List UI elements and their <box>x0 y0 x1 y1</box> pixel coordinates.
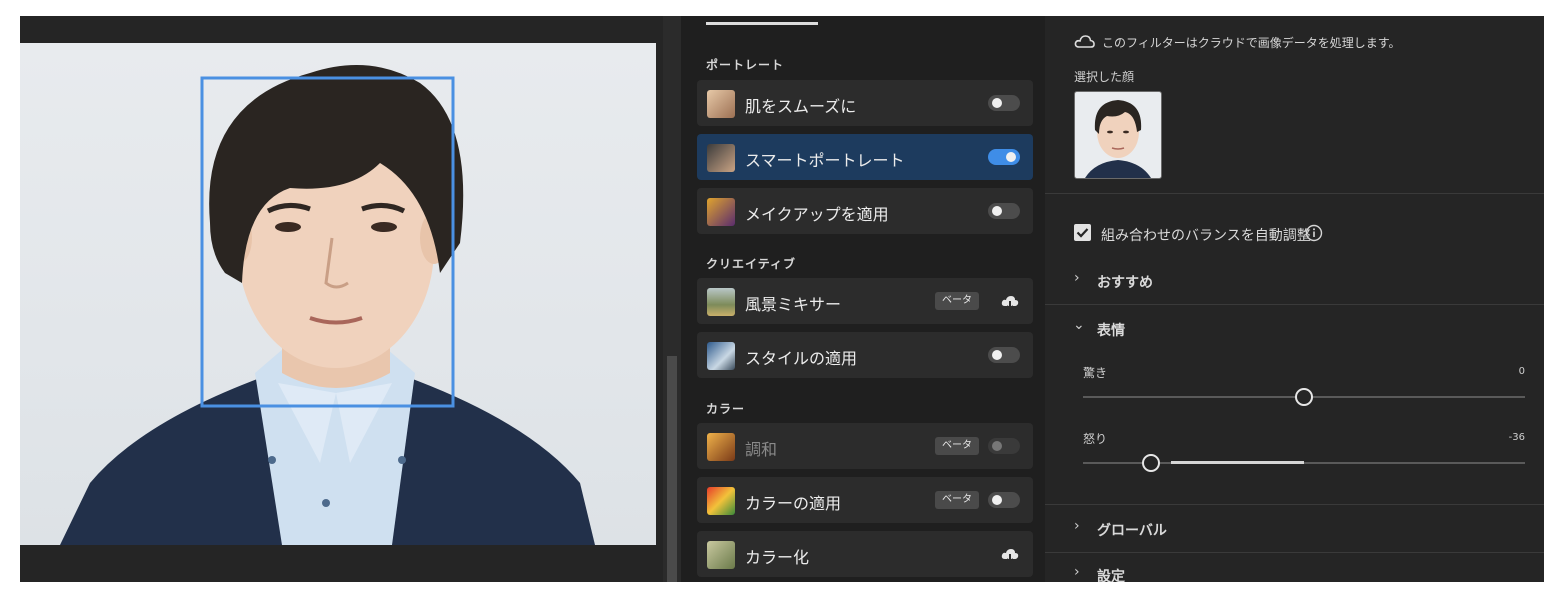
filter-settings-panel: このフィルターはクラウドで画像データを処理します。 選択した顔 組み合わせのバラ… <box>1045 16 1544 582</box>
filter-label: スタイルの適用 <box>745 349 858 368</box>
portrait-thumbnail-icon <box>707 144 735 172</box>
filter-row-makeup[interactable]: メイクアップを適用 <box>697 188 1033 234</box>
filter-label: スマートポートレート <box>745 151 905 170</box>
makeup-thumbnail-icon <box>707 198 735 226</box>
filter-list: ポートレート 肌をスムーズに スマートポートレート メイクアップを適用 クリエイ… <box>681 16 1045 582</box>
beta-badge: ベータ <box>935 491 979 509</box>
filter-row-smooth-skin[interactable]: 肌をスムーズに <box>697 80 1033 126</box>
cloud-icon <box>1074 35 1095 48</box>
filter-label: 調和 <box>745 440 778 459</box>
selected-face-label: 選択した顔 <box>1074 70 1135 84</box>
section-expression[interactable]: ⌄ 表情 <box>1045 314 1544 352</box>
beta-badge: ベータ <box>935 437 979 455</box>
divider <box>1045 193 1544 194</box>
toggle-switch[interactable] <box>988 492 1020 508</box>
cloud-download-icon[interactable] <box>1000 292 1020 312</box>
image-canvas <box>20 16 663 582</box>
checkmark-icon <box>1076 228 1089 238</box>
chevron-right-icon: › <box>1074 270 1080 286</box>
filter-row-landscape-mixer[interactable]: 風景ミキサー ベータ <box>697 278 1033 324</box>
harmonize-thumbnail-icon <box>707 433 735 461</box>
divider <box>1045 304 1544 305</box>
section-portrait: ポートレート <box>706 58 785 72</box>
cloud-processing-note: このフィルターはクラウドで画像データを処理します。 <box>1102 36 1401 50</box>
section-label: 表情 <box>1097 323 1125 339</box>
selected-face-thumbnail[interactable] <box>1074 91 1162 179</box>
color-transfer-thumbnail-icon <box>707 487 735 515</box>
section-recommended[interactable]: › おすすめ <box>1045 266 1544 304</box>
slider-fill-anger <box>1171 461 1304 464</box>
filter-row-color-transfer[interactable]: カラーの適用 ベータ <box>697 477 1033 523</box>
filter-label: カラー化 <box>745 548 810 567</box>
toggle-switch[interactable] <box>988 95 1020 111</box>
slider-value-anger: -36 <box>1508 432 1525 443</box>
auto-balance-label: 組み合わせのバランスを自動調整 <box>1101 228 1311 244</box>
section-global[interactable]: › グローバル <box>1045 514 1544 550</box>
slider-handle-anger[interactable] <box>1142 454 1160 472</box>
filter-row-smart-portrait[interactable]: スマートポートレート <box>697 134 1033 180</box>
toggle-switch[interactable] <box>988 149 1020 165</box>
chevron-right-icon: › <box>1074 564 1080 580</box>
face-thumbnail-icon <box>707 90 735 118</box>
slider-label-anger: 怒り <box>1083 432 1108 446</box>
chevron-down-icon: ⌄ <box>1073 317 1085 333</box>
face-thumbnail-image <box>1085 100 1151 178</box>
beta-badge: ベータ <box>935 292 979 310</box>
filter-label: 風景ミキサー <box>745 295 842 314</box>
neural-filters-window: ポートレート 肌をスムーズに スマートポートレート メイクアップを適用 クリエイ… <box>20 16 1544 582</box>
filter-label: カラーの適用 <box>745 494 842 513</box>
style-thumbnail-icon <box>707 342 735 370</box>
portrait-photo <box>20 43 656 545</box>
info-icon[interactable] <box>1305 224 1323 242</box>
toggle-switch[interactable] <box>988 438 1020 454</box>
active-tab-indicator <box>706 22 818 25</box>
slider-label-surprise: 驚き <box>1083 366 1108 380</box>
auto-balance-checkbox[interactable] <box>1074 224 1091 241</box>
slider-handle-surprise[interactable] <box>1295 388 1313 406</box>
toggle-switch[interactable] <box>988 203 1020 219</box>
landscape-thumbnail-icon <box>707 288 735 316</box>
toggle-switch[interactable] <box>988 347 1020 363</box>
section-creative: クリエイティブ <box>706 257 797 271</box>
filter-row-harmonize[interactable]: 調和 ベータ <box>697 423 1033 469</box>
section-label: おすすめ <box>1097 275 1153 291</box>
colorize-thumbnail-icon <box>707 541 735 569</box>
divider <box>1045 504 1544 505</box>
section-label: グローバル <box>1097 523 1167 539</box>
portrait-illustration <box>60 65 595 545</box>
chevron-right-icon: › <box>1074 518 1080 534</box>
section-settings[interactable]: › 設定 <box>1045 560 1544 582</box>
filter-row-colorize[interactable]: カラー化 <box>697 531 1033 577</box>
filter-label: メイクアップを適用 <box>745 205 889 224</box>
filter-row-style-transfer[interactable]: スタイルの適用 <box>697 332 1033 378</box>
section-color: カラー <box>706 402 746 416</box>
filter-label: 肌をスムーズに <box>745 97 857 116</box>
slider-value-surprise: 0 <box>1518 366 1525 377</box>
divider <box>1045 552 1544 553</box>
scrollbar-thumb[interactable] <box>667 356 677 582</box>
section-label: 設定 <box>1097 569 1125 582</box>
cloud-download-icon[interactable] <box>1000 545 1020 565</box>
